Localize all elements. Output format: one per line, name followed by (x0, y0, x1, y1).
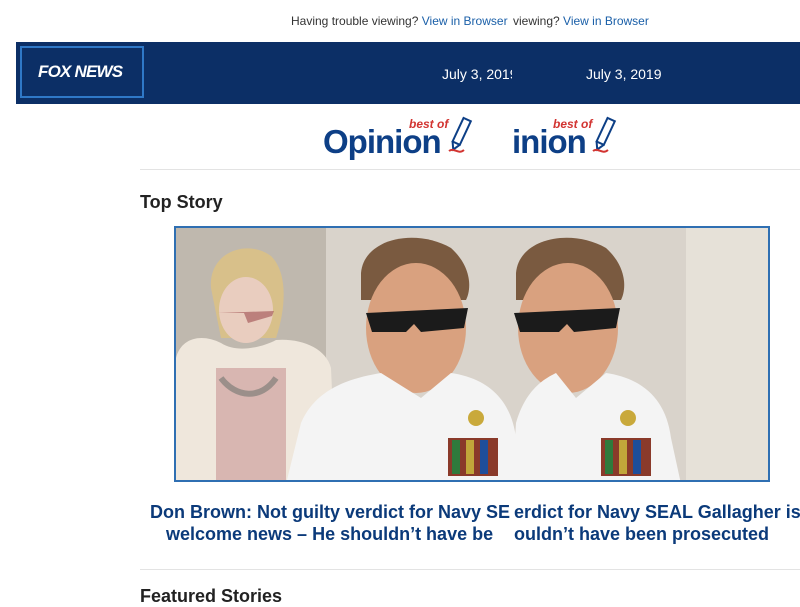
best-of-label: best of (409, 117, 449, 131)
story-divider (140, 569, 800, 570)
hero-photo (176, 228, 768, 480)
trouble-viewing-text-duplicate: viewing? (513, 14, 564, 28)
best-of-label-duplicate: best of (553, 117, 593, 131)
pen-icon (448, 116, 473, 153)
pen-icon-duplicate (592, 116, 617, 153)
view-in-browser-line-left: Having trouble viewing? View in Browser (291, 14, 508, 28)
view-in-browser-line-right: viewing? View in Browser (511, 14, 649, 28)
top-story-headline-line2-duplicate[interactable]: ouldn’t have been prosecuted (514, 524, 770, 545)
view-in-browser-link-duplicate[interactable]: View in Browser (563, 14, 649, 28)
top-story-heading: Top Story (140, 192, 223, 212)
top-story-image[interactable] (174, 226, 770, 482)
fox-news-logo-text: FOX NEWS (38, 62, 123, 81)
banner-divider (140, 169, 800, 170)
top-story-headline-line1[interactable]: Don Brown: Not guilty verdict for Navy S… (150, 502, 514, 523)
view-in-browser-link[interactable]: View in Browser (422, 14, 508, 28)
top-story-headline-line2[interactable]: welcome news – He shouldn’t have be (166, 524, 514, 545)
featured-stories-heading: Featured Stories (140, 586, 283, 606)
issue-date-duplicate: July 3, 2019 (586, 66, 662, 82)
top-story-headline-line1-duplicate[interactable]: erdict for Navy SEAL Gallagher is (514, 502, 800, 523)
issue-date: July 3, 2019 (442, 66, 512, 82)
trouble-viewing-text: Having trouble viewing? (291, 14, 422, 28)
